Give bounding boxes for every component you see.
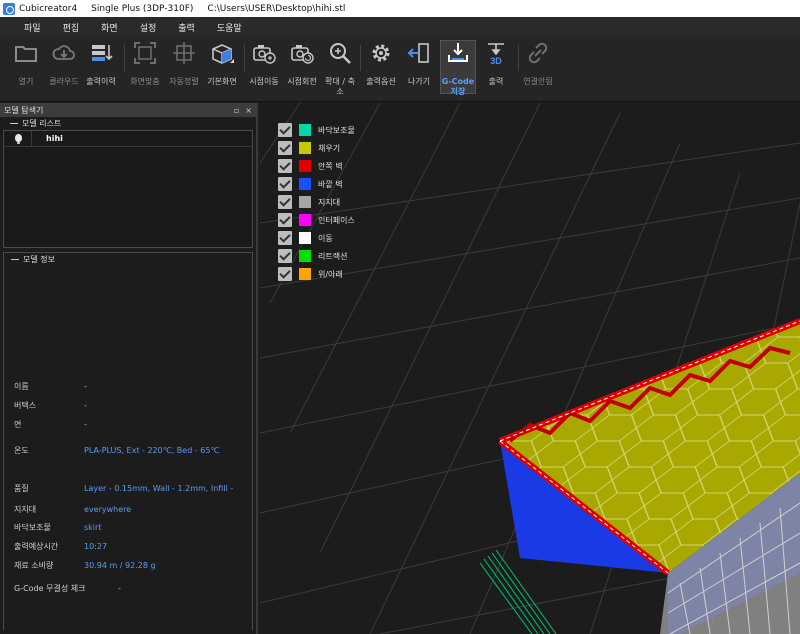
app-logo-icon <box>3 2 15 15</box>
magnifier-icon <box>328 41 352 65</box>
menu-settings[interactable]: 설정 <box>140 21 157 34</box>
color-legend: 바닥보조물 채우기 안쪽 벽 바깥 벽 지지대 인터페이스 이동 리트랙션 위/… <box>278 121 355 283</box>
color-swatch <box>299 196 311 208</box>
exit-door-icon <box>407 41 431 65</box>
app-name: Cubicreator4 <box>19 3 78 14</box>
checkbox-icon[interactable] <box>278 177 292 191</box>
collapse-icon <box>11 259 19 260</box>
info-vertex-row: 버텍스 - <box>14 401 87 410</box>
toolbar-separator <box>518 45 519 71</box>
model-list: hihi <box>3 130 253 248</box>
info-face-row: 면- <box>14 420 87 429</box>
model-list-header[interactable]: 모델 리스트 <box>0 117 256 130</box>
bulb-icon[interactable] <box>8 130 32 147</box>
info-gcode-check-row: G-Code 무결성 체크 - <box>14 584 121 593</box>
legend-travel[interactable]: 이동 <box>278 229 355 247</box>
zoom-label-line1: 확대 / 축 <box>325 77 355 86</box>
close-icon[interactable]: × <box>245 106 252 115</box>
checkbox-icon[interactable] <box>278 141 292 155</box>
title-bar: Cubicreator4 Single Plus (3DP-310F) C:\U… <box>0 0 800 17</box>
svg-text:3D: 3D <box>490 56 502 65</box>
color-swatch <box>299 160 311 172</box>
menu-view[interactable]: 화면 <box>101 21 118 34</box>
model-info-title: 모델 정보 <box>23 255 55 264</box>
color-swatch <box>299 178 311 190</box>
toolbar-separator <box>244 45 245 71</box>
info-temperature-row: 온도 PLA-PLUS, Ext - 220℃, Bed - 65℃ <box>14 446 220 455</box>
checkbox-icon[interactable] <box>278 123 292 137</box>
legend-inner-wall[interactable]: 안쪽 벽 <box>278 157 355 175</box>
model-info-header[interactable]: 모델 정보 <box>4 253 252 266</box>
file-path: C:\Users\USER\Desktop\hihi.stl <box>207 3 346 14</box>
toolbar-separator <box>360 45 361 71</box>
menu-edit[interactable]: 편집 <box>63 21 80 34</box>
default-view-button[interactable]: 기본화면 <box>204 41 240 87</box>
checkbox-icon[interactable] <box>278 267 292 281</box>
camera-rotate-icon <box>290 41 314 65</box>
color-swatch <box>299 142 311 154</box>
legend-skirt[interactable]: 바닥보조물 <box>278 121 355 139</box>
legend-top-bottom[interactable]: 위/아래 <box>278 265 355 283</box>
checkbox-icon[interactable] <box>278 213 292 227</box>
color-swatch <box>299 124 311 136</box>
model-name: hihi <box>46 134 63 143</box>
gear-icon <box>369 41 393 65</box>
print-history-button[interactable]: 출력이력 <box>83 41 119 87</box>
legend-infill[interactable]: 채우기 <box>278 139 355 157</box>
checkbox-icon[interactable] <box>278 231 292 245</box>
collapse-icon <box>10 123 18 124</box>
checkbox-icon[interactable] <box>278 195 292 209</box>
model-list-title: 모델 리스트 <box>22 119 62 128</box>
info-name-row: 이름 - <box>14 382 87 391</box>
printer-model: Single Plus (3DP-310F) <box>91 3 194 14</box>
model-explorer-panel: 모델 탐색기 ▫ × 모델 리스트 hihi 모델 정보 이름 - 버텍스 - 면-… <box>0 103 258 634</box>
history-list-icon <box>89 41 113 65</box>
menu-print[interactable]: 출력 <box>178 21 195 34</box>
toolbar: 열기 클라우드 출력이력 화면맞춤 자동정렬 기본화면 시점이동 시점회전 확대… <box>0 37 800 102</box>
menu-bar: 파일 편집 화면 설정 출력 도움말 <box>0 17 800 37</box>
color-swatch <box>299 214 311 226</box>
panel-title: 모델 탐색기 <box>4 105 44 115</box>
legend-outer-wall[interactable]: 바깥 벽 <box>278 175 355 193</box>
info-quality-row: 품질 Layer - 0.15mm, Wall - 1.2mm, Infill - <box>14 484 234 493</box>
menu-help[interactable]: 도움말 <box>217 21 242 34</box>
checkbox-icon[interactable] <box>278 159 292 173</box>
gcode-label-line2: 저장 <box>450 87 466 96</box>
connection-button[interactable]: 연결안됨 <box>520 41 556 87</box>
cube-view-icon <box>210 41 234 65</box>
print-3d-button[interactable]: 3D 출력 <box>478 41 514 87</box>
legend-retraction[interactable]: 리트랙션 <box>278 247 355 265</box>
legend-support[interactable]: 지지대 <box>278 193 355 211</box>
list-item[interactable]: hihi <box>4 130 252 147</box>
info-material-row: 재료 소비량 30.94 m / 92.28 g <box>14 561 156 570</box>
menu-file[interactable]: 파일 <box>24 21 41 34</box>
printer-3d-icon: 3D <box>484 41 508 66</box>
info-print-time-row: 출력예상시간 10:27 <box>14 542 108 551</box>
info-support-row: 지지대 everywhere <box>14 505 132 514</box>
center-align-icon <box>172 41 196 65</box>
3d-viewport[interactable]: 바닥보조물 채우기 안쪽 벽 바깥 벽 지지대 인터페이스 이동 리트랙션 위/… <box>260 103 800 634</box>
panel-header: 모델 탐색기 ▫ × <box>0 103 256 117</box>
color-swatch <box>299 268 311 280</box>
legend-interface[interactable]: 인터페이스 <box>278 211 355 229</box>
skirt-path <box>479 549 557 634</box>
pin-icon[interactable]: ▫ <box>234 106 239 115</box>
folder-icon <box>14 41 38 65</box>
zoom-label-line2: 소 <box>336 87 344 96</box>
color-swatch <box>299 232 311 244</box>
model-info-section: 모델 정보 이름 - 버텍스 - 면- 온도 PLA-PLUS, Ext - 220℃… <box>3 252 253 630</box>
toolbar-separator <box>124 45 125 71</box>
link-broken-icon <box>526 41 550 65</box>
info-adhesion-row: 바닥보조물 skirt <box>14 523 102 532</box>
cloud-download-icon <box>52 41 76 65</box>
fit-screen-icon <box>133 41 157 65</box>
checkbox-icon[interactable] <box>278 249 292 263</box>
zoom-button[interactable]: 확대 / 축소 <box>322 41 358 97</box>
download-save-icon <box>446 41 470 65</box>
color-swatch <box>299 250 311 262</box>
camera-move-icon <box>252 41 276 65</box>
